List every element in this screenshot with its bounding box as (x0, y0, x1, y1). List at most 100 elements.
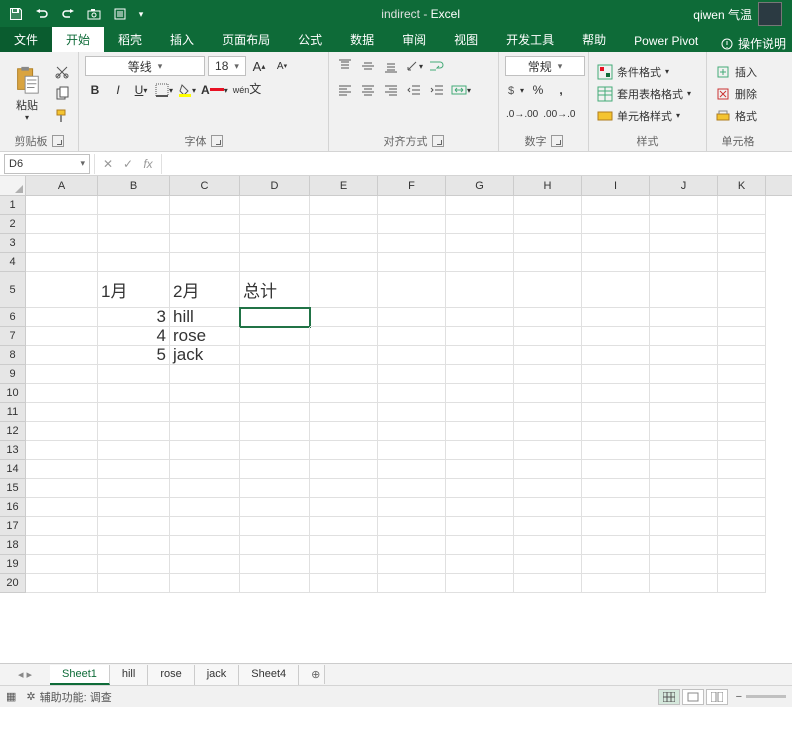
cell-K12[interactable] (718, 422, 766, 441)
cell-F17[interactable] (378, 517, 446, 536)
cell-E8[interactable] (310, 346, 378, 365)
cell-B15[interactable] (98, 479, 170, 498)
cell-E11[interactable] (310, 403, 378, 422)
cell-G4[interactable] (446, 253, 514, 272)
cell-F9[interactable] (378, 365, 446, 384)
grow-font-icon[interactable]: A▴ (249, 56, 269, 76)
cell-H2[interactable] (514, 215, 582, 234)
tab-插入[interactable]: 插入 (156, 27, 208, 52)
cell-F14[interactable] (378, 460, 446, 479)
phonetic-icon[interactable]: wén文 (232, 80, 263, 100)
cell-H13[interactable] (514, 441, 582, 460)
cell-J16[interactable] (650, 498, 718, 517)
cell-G8[interactable] (446, 346, 514, 365)
cell-H15[interactable] (514, 479, 582, 498)
cell-H17[interactable] (514, 517, 582, 536)
cell-G1[interactable] (446, 196, 514, 215)
align-top-icon[interactable] (335, 56, 355, 76)
font-color-icon[interactable]: A▾ (200, 80, 229, 100)
cell-G2[interactable] (446, 215, 514, 234)
cell-C16[interactable] (170, 498, 240, 517)
tab-稻壳[interactable]: 稻壳 (104, 27, 156, 52)
cell-C12[interactable] (170, 422, 240, 441)
formula-input[interactable] (162, 154, 792, 174)
cell-B9[interactable] (98, 365, 170, 384)
cell-H3[interactable] (514, 234, 582, 253)
sheet-tab-Sheet4[interactable]: Sheet4 (239, 665, 299, 685)
cell-J1[interactable] (650, 196, 718, 215)
cell-A20[interactable] (26, 574, 98, 593)
accessibility-icon[interactable]: ✲ (26, 690, 35, 703)
cell-A19[interactable] (26, 555, 98, 574)
normal-view-icon[interactable] (658, 689, 680, 705)
percent-icon[interactable]: % (528, 80, 548, 100)
sheet-tab-rose[interactable]: rose (148, 665, 194, 685)
cell-H19[interactable] (514, 555, 582, 574)
cell-K3[interactable] (718, 234, 766, 253)
row-header-19[interactable]: 19 (0, 555, 26, 574)
cell-F7[interactable] (378, 327, 446, 346)
cell-A17[interactable] (26, 517, 98, 536)
grid-body[interactable]: 123451月2月总计63hill74rose85jack91011121314… (0, 196, 792, 663)
number-format-combo[interactable]: 常规▾ (505, 56, 585, 76)
conditional-format-button[interactable]: 条件格式▾ (595, 62, 693, 82)
row-header-13[interactable]: 13 (0, 441, 26, 460)
row-header-8[interactable]: 8 (0, 346, 26, 365)
cell-E10[interactable] (310, 384, 378, 403)
cell-A10[interactable] (26, 384, 98, 403)
cell-K19[interactable] (718, 555, 766, 574)
new-sheet-button[interactable]: ⊕ (299, 665, 325, 684)
cell-E5[interactable] (310, 272, 378, 308)
cell-D7[interactable] (240, 327, 310, 346)
cell-E12[interactable] (310, 422, 378, 441)
row-header-4[interactable]: 4 (0, 253, 26, 272)
cell-B17[interactable] (98, 517, 170, 536)
cell-F6[interactable] (378, 308, 446, 327)
cell-D5[interactable]: 总计 (240, 272, 310, 308)
cell-C10[interactable] (170, 384, 240, 403)
cell-E6[interactable] (310, 308, 378, 327)
align-bottom-icon[interactable] (381, 56, 401, 76)
cell-G13[interactable] (446, 441, 514, 460)
cell-F16[interactable] (378, 498, 446, 517)
cell-H12[interactable] (514, 422, 582, 441)
row-header-10[interactable]: 10 (0, 384, 26, 403)
sheet-tab-jack[interactable]: jack (195, 665, 240, 685)
delete-cells-button[interactable]: 删除 (713, 84, 759, 104)
cell-I10[interactable] (582, 384, 650, 403)
col-header-F[interactable]: F (378, 176, 446, 195)
cell-K17[interactable] (718, 517, 766, 536)
cell-J12[interactable] (650, 422, 718, 441)
tab-Power Pivot[interactable]: Power Pivot (620, 30, 712, 52)
cell-B11[interactable] (98, 403, 170, 422)
cell-H5[interactable] (514, 272, 582, 308)
row-header-15[interactable]: 15 (0, 479, 26, 498)
col-header-E[interactable]: E (310, 176, 378, 195)
cell-G14[interactable] (446, 460, 514, 479)
cell-G3[interactable] (446, 234, 514, 253)
row-header-3[interactable]: 3 (0, 234, 26, 253)
cell-G18[interactable] (446, 536, 514, 555)
tell-me[interactable]: 操作说明 (714, 35, 792, 52)
cell-C19[interactable] (170, 555, 240, 574)
avatar[interactable] (758, 2, 782, 26)
cell-K15[interactable] (718, 479, 766, 498)
col-header-G[interactable]: G (446, 176, 514, 195)
dialog-launcher-icon[interactable] (551, 135, 563, 147)
cell-E13[interactable] (310, 441, 378, 460)
cell-E20[interactable] (310, 574, 378, 593)
cell-K16[interactable] (718, 498, 766, 517)
cell-K14[interactable] (718, 460, 766, 479)
cell-E14[interactable] (310, 460, 378, 479)
align-right-icon[interactable] (381, 80, 401, 100)
tab-公式[interactable]: 公式 (284, 27, 336, 52)
fx-icon[interactable]: fx (139, 157, 157, 171)
cell-E4[interactable] (310, 253, 378, 272)
tab-开始[interactable]: 开始 (52, 27, 104, 52)
cell-F8[interactable] (378, 346, 446, 365)
cell-F4[interactable] (378, 253, 446, 272)
cell-H14[interactable] (514, 460, 582, 479)
cell-J13[interactable] (650, 441, 718, 460)
cell-D14[interactable] (240, 460, 310, 479)
cell-C5[interactable]: 2月 (170, 272, 240, 308)
